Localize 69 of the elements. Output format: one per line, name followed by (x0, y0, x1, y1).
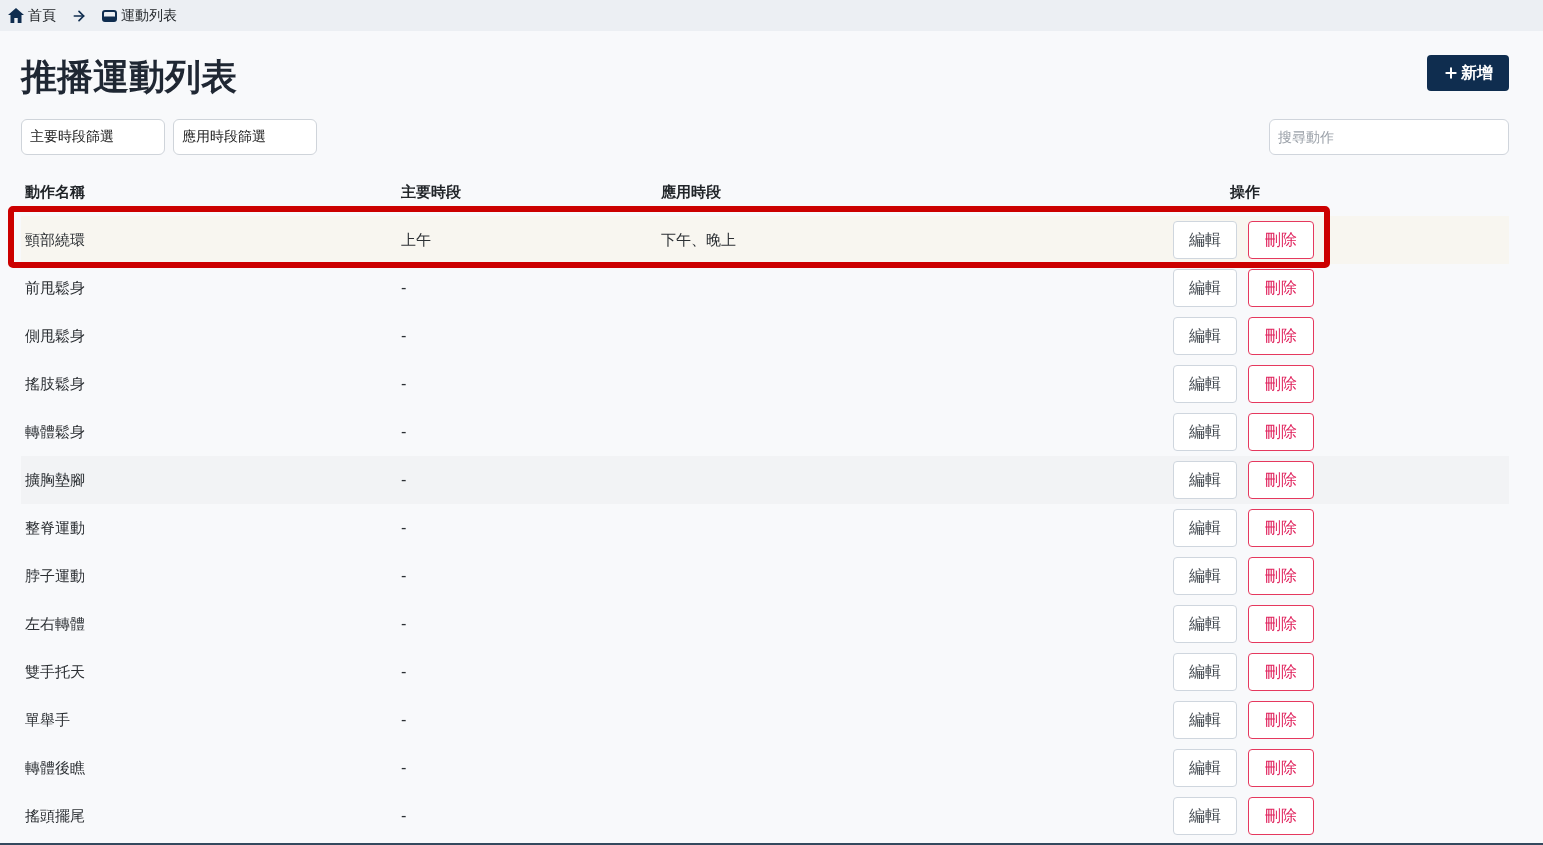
delete-button[interactable]: 刪除 (1247, 269, 1314, 307)
table-cell-text: - (400, 663, 407, 681)
edit-button[interactable]: 編輯 (1172, 749, 1237, 787)
search-field[interactable]: 搜尋動作 (1269, 119, 1509, 155)
home-icon (8, 8, 24, 23)
table-cell-text: - (400, 375, 407, 393)
delete-button[interactable]: 刪除 (1247, 413, 1314, 451)
table-cell-text: 單舉手 (24, 710, 70, 730)
table-cell-text: - (400, 759, 407, 777)
column-header: 主要時段 (400, 182, 461, 202)
breadcrumb-label: 運動列表 (121, 6, 177, 25)
delete-button[interactable]: 刪除 (1247, 701, 1314, 739)
table-cell-text: 轉體鬆身 (24, 422, 85, 442)
table-cell-text: - (400, 711, 407, 729)
delete-button[interactable]: 刪除 (1247, 509, 1314, 547)
table-cell-text: 雙手托天 (24, 662, 85, 682)
edit-button[interactable]: 編輯 (1172, 317, 1237, 355)
column-header: 應用時段 (660, 182, 721, 202)
table-cell-text: - (400, 807, 407, 825)
table-cell-text: 上午 (400, 230, 431, 250)
edit-button[interactable]: 編輯 (1172, 797, 1237, 835)
table-cell-text: 擴胸墊腳 (24, 470, 85, 490)
table-cell-text: 頸部繞環 (24, 230, 85, 250)
table-cell-text: - (400, 327, 407, 345)
delete-button[interactable]: 刪除 (1247, 317, 1314, 355)
table-cell-text: 左右轉體 (24, 614, 85, 634)
table-cell-text: 前甩鬆身 (24, 278, 85, 298)
breadcrumb-link[interactable]: 運動列表 (102, 6, 177, 25)
edit-button[interactable]: 編輯 (1172, 557, 1237, 595)
filter-dropdown[interactable]: 主要時段篩選 (21, 119, 165, 155)
breadcrumb-link[interactable]: 首頁 (8, 6, 56, 25)
delete-button[interactable]: 刪除 (1247, 749, 1314, 787)
page-title: 推播運動列表 (21, 54, 237, 99)
table-cell-text: 搖頭擺尾 (24, 806, 85, 826)
delete-button[interactable]: 刪除 (1247, 605, 1314, 643)
delete-button[interactable]: 刪除 (1247, 797, 1314, 835)
table-cell-text: - (400, 519, 407, 537)
delete-button[interactable]: 刪除 (1247, 365, 1314, 403)
edit-button[interactable]: 編輯 (1172, 461, 1237, 499)
edit-button[interactable]: 編輯 (1172, 605, 1237, 643)
column-header: 動作名稱 (24, 182, 85, 202)
delete-button[interactable]: 刪除 (1247, 461, 1314, 499)
add-button[interactable]: 新增 (1427, 55, 1509, 91)
edit-button[interactable]: 編輯 (1172, 365, 1237, 403)
edit-button[interactable]: 編輯 (1172, 509, 1237, 547)
table-cell-text: 下午、晚上 (660, 230, 736, 250)
card-icon (102, 9, 117, 22)
table-cell-text: - (400, 279, 407, 297)
breadcrumb-label: 首頁 (28, 6, 56, 25)
edit-button[interactable]: 編輯 (1172, 653, 1237, 691)
plus-icon (1443, 65, 1459, 81)
delete-button[interactable]: 刪除 (1247, 557, 1314, 595)
table-cell-text: 轉體後瞧 (24, 758, 85, 778)
edit-button[interactable]: 編輯 (1172, 269, 1237, 307)
table-cell-text: - (400, 471, 407, 489)
table-cell-text: 搖肢鬆身 (24, 374, 85, 394)
table-cell-text: 脖子運動 (24, 566, 85, 586)
table-cell-text: 側甩鬆身 (24, 326, 85, 346)
edit-button[interactable]: 編輯 (1172, 701, 1237, 739)
table-cell-text: 整脊運動 (24, 518, 85, 538)
table-cell-text: - (400, 615, 407, 633)
table-cell-text: - (400, 423, 407, 441)
table-cell-text: - (400, 567, 407, 585)
filter-dropdown[interactable]: 應用時段篩選 (173, 119, 317, 155)
column-header: 操作 (1229, 182, 1260, 202)
edit-button[interactable]: 編輯 (1172, 413, 1237, 451)
delete-button[interactable]: 刪除 (1247, 653, 1314, 691)
edit-button[interactable]: 編輯 (1172, 221, 1237, 259)
delete-button[interactable]: 刪除 (1247, 221, 1314, 259)
